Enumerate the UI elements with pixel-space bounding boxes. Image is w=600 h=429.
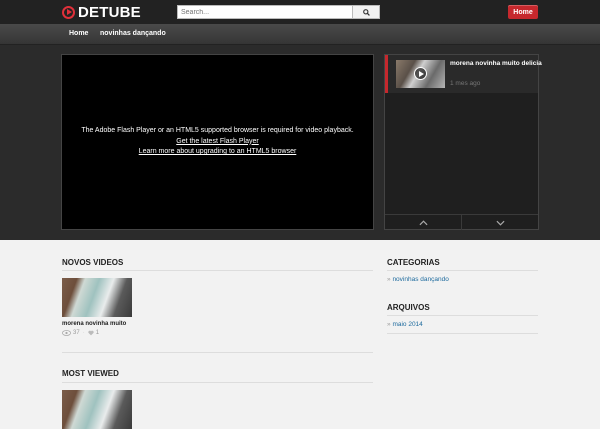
eye-icon: [62, 330, 71, 336]
play-logo-icon: [62, 5, 75, 19]
search-icon: [362, 8, 370, 16]
video-stats: 37 · 1: [62, 330, 99, 336]
widget-divider: [387, 315, 538, 316]
video-player[interactable]: The Adobe Flash Player or an HTML5 suppo…: [62, 55, 373, 229]
nav-item-novinhas-dancando[interactable]: novinhas dançando: [100, 24, 166, 44]
main-nav: Home novinhas dançando: [0, 24, 600, 45]
meta-separator: ·: [82, 330, 85, 336]
chevron-up-icon: [418, 219, 428, 225]
html5-browser-link[interactable]: Learn more about upgrading to an HTML5 b…: [62, 147, 373, 158]
flash-player-link[interactable]: Get the latest Flash Player: [62, 137, 373, 148]
top-bar: DETUBE Home: [0, 0, 600, 24]
video-thumbnail[interactable]: [62, 278, 132, 317]
heart-icon: [88, 330, 94, 336]
play-icon: [414, 67, 427, 80]
section-divider: [62, 352, 373, 353]
featured-nav: [385, 214, 538, 230]
archive-link[interactable]: » maio 2014: [387, 321, 423, 328]
widget-divider: [387, 333, 538, 334]
view-count: 37: [73, 330, 80, 336]
featured-list: morena novinha muito delicia 1 mes ago: [385, 55, 542, 230]
search-input[interactable]: [177, 5, 353, 19]
section-divider: [62, 382, 373, 383]
featured-item-date: 1 mes ago: [450, 80, 481, 87]
chevron-right-icon: »: [387, 321, 391, 328]
like-count: 1: [95, 330, 100, 336]
arquivos-heading: ARQUIVOS: [387, 303, 430, 312]
widget-divider: [387, 270, 538, 271]
site-logo[interactable]: DETUBE: [62, 3, 141, 21]
video-title[interactable]: morena novinha muito: [62, 321, 126, 327]
novos-videos-heading: NOVOS VIDEOS: [62, 258, 124, 267]
video-thumbnail[interactable]: [62, 390, 132, 429]
search-form: [177, 5, 380, 19]
chevron-down-icon: [495, 220, 505, 226]
categorias-heading: CATEGORIAS: [387, 258, 440, 267]
most-viewed-heading: MOST VIEWED: [62, 369, 119, 378]
featured-item-title[interactable]: morena novinha muito delicia: [450, 60, 542, 67]
category-link[interactable]: » novinhas dançando: [387, 276, 449, 283]
archive-label: maio 2014: [392, 321, 423, 328]
search-button[interactable]: [353, 5, 380, 19]
chevron-right-icon: »: [387, 276, 391, 283]
scroll-up-button[interactable]: [385, 215, 461, 230]
player-message: The Adobe Flash Player or an HTML5 suppo…: [62, 126, 373, 158]
top-home-button[interactable]: Home: [508, 5, 538, 19]
category-label: novinhas dançando: [392, 276, 449, 283]
featured-item[interactable]: morena novinha muito delicia 1 mes ago: [385, 55, 542, 93]
section-divider: [62, 270, 373, 271]
player-message-text: The Adobe Flash Player or an HTML5 suppo…: [81, 127, 354, 134]
logo-text: DETUBE: [78, 3, 141, 21]
video-thumbnail[interactable]: [396, 60, 445, 88]
scroll-down-button[interactable]: [461, 215, 538, 230]
nav-item-home[interactable]: Home: [69, 24, 88, 44]
